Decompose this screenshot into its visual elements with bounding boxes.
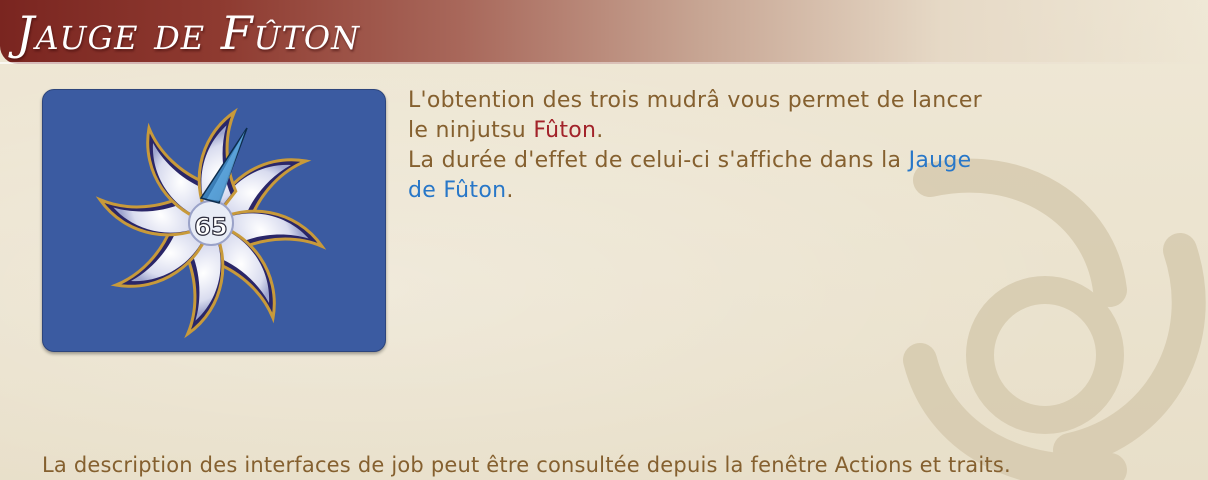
title-underline [0,62,1208,64]
description-line-3-prefix: La durée d'effet de celui-ci s'affiche d… [408,148,909,173]
huton-gauge-highlight-part-1: Jauge [908,148,972,173]
description-line-4-suffix: . [506,178,514,203]
huton-ninjutsu-highlight: Fûton [533,118,597,143]
description-text: L'obtention des trois mudrâ vous permet … [408,86,1128,206]
huton-gauge-pinwheel-icon: 65 [97,109,325,337]
footer-note: La description des interfaces de job peu… [42,453,1011,477]
huton-gauge-image: 65 [42,89,386,352]
description-line-2-prefix: le ninjutsu [408,118,534,143]
description-line-1: L'obtention des trois mudrâ vous permet … [408,88,983,113]
page-title: Jauge de Fûton [16,6,361,60]
description-line-2-suffix: . [596,118,604,143]
gauge-value: 65 [194,213,227,241]
title-banner: Jauge de Fûton [0,0,1208,64]
huton-gauge-highlight-part-2: de Fûton [408,178,507,203]
